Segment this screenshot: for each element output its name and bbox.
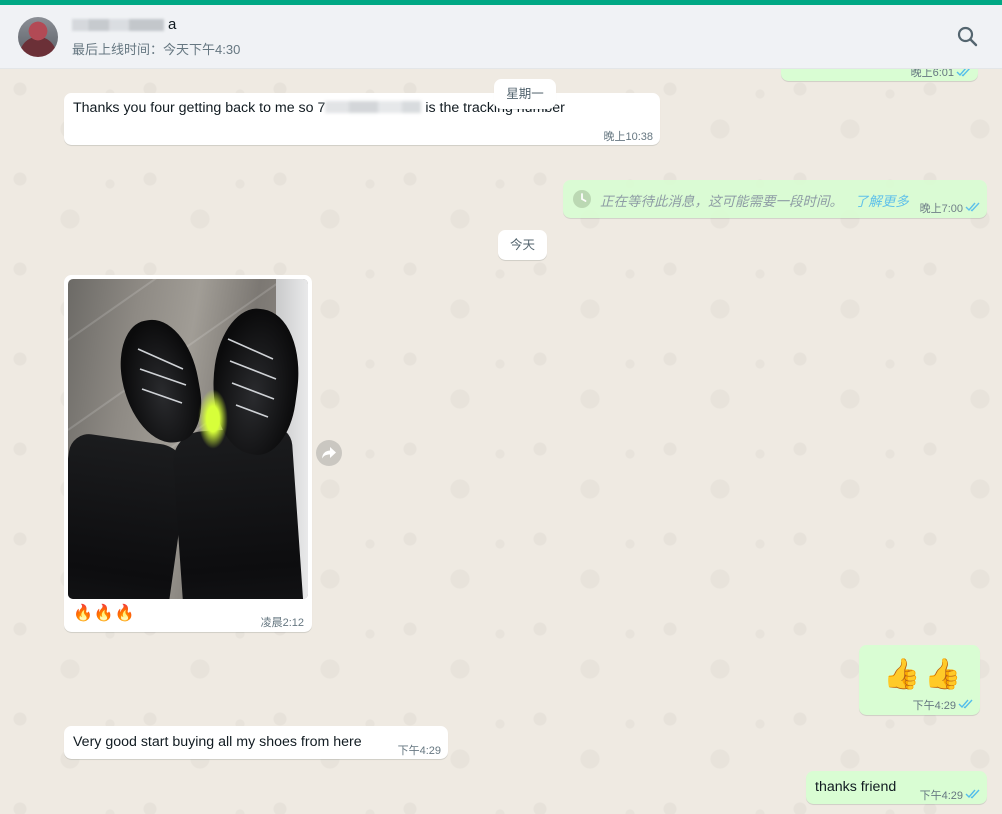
message-text: Thanks you four getting back to me so 7 … [73,100,565,116]
date-divider-monday: 星期一 [494,79,556,109]
chat-header[interactable]: a 最后上线时间：今天下午4:30 [0,5,1002,69]
shoe-photo[interactable] [68,279,308,599]
message-time: 下午4:29 [919,790,963,802]
waiting-text-row: 正在等待此消息，这可能需要一段时间。 了解更多 [600,194,909,209]
message-text: thanks friend [815,779,897,795]
emoji-text: 👍👍 [883,658,966,691]
forward-icon [322,447,336,459]
message-bubble-photo[interactable]: 🔥🔥🔥 凌晨2:12 [64,275,312,632]
message-bubble-waiting[interactable]: 正在等待此消息，这可能需要一段时间。 了解更多 晚上7:00 [563,180,987,218]
search-icon [957,26,978,47]
clock-icon [573,190,591,208]
message-text: Very good start buying all my shoes from… [73,734,362,750]
double-check-icon [958,699,973,709]
learn-more-link[interactable]: 了解更多 [855,194,909,209]
forward-button[interactable] [316,440,342,466]
message-bubble-tracking[interactable]: Thanks you four getting back to me so 7 … [64,93,660,145]
message-list[interactable]: 晚上6:01 Thanks you four getting back to m… [0,69,1002,814]
message-bubble-thumbs[interactable]: 👍👍 下午4:29 [859,645,980,715]
message-time: 下午4:29 [397,745,441,757]
message-time: 晚上6:01 [910,69,954,79]
photo-caption: 🔥🔥🔥 [73,605,136,622]
redacted-tracking-number [325,101,422,113]
double-check-icon [965,789,980,799]
message-bubble-very-good[interactable]: Very good start buying all my shoes from… [64,726,448,759]
shoelaces [137,338,277,418]
date-divider-today: 今天 [498,230,547,260]
avatar[interactable] [18,17,58,57]
last-seen-status: 最后上线时间：今天下午4:30 [72,42,241,57]
redacted-name [72,19,164,31]
message-time: 下午4:29 [912,700,956,712]
message-bubble-top-partial[interactable]: 晚上6:01 [781,69,978,81]
message-time: 晚上7:00 [919,203,963,215]
contact-name[interactable]: a [72,17,192,33]
search-button[interactable] [954,23,982,51]
message-time: 凌晨2:12 [260,617,304,629]
double-check-icon [956,69,971,77]
message-bubble-thanks[interactable]: thanks friend 下午4:29 [806,771,987,804]
message-time: 晚上10:38 [603,131,653,143]
double-check-icon [965,202,980,212]
contact-name-tail: a [168,16,177,33]
